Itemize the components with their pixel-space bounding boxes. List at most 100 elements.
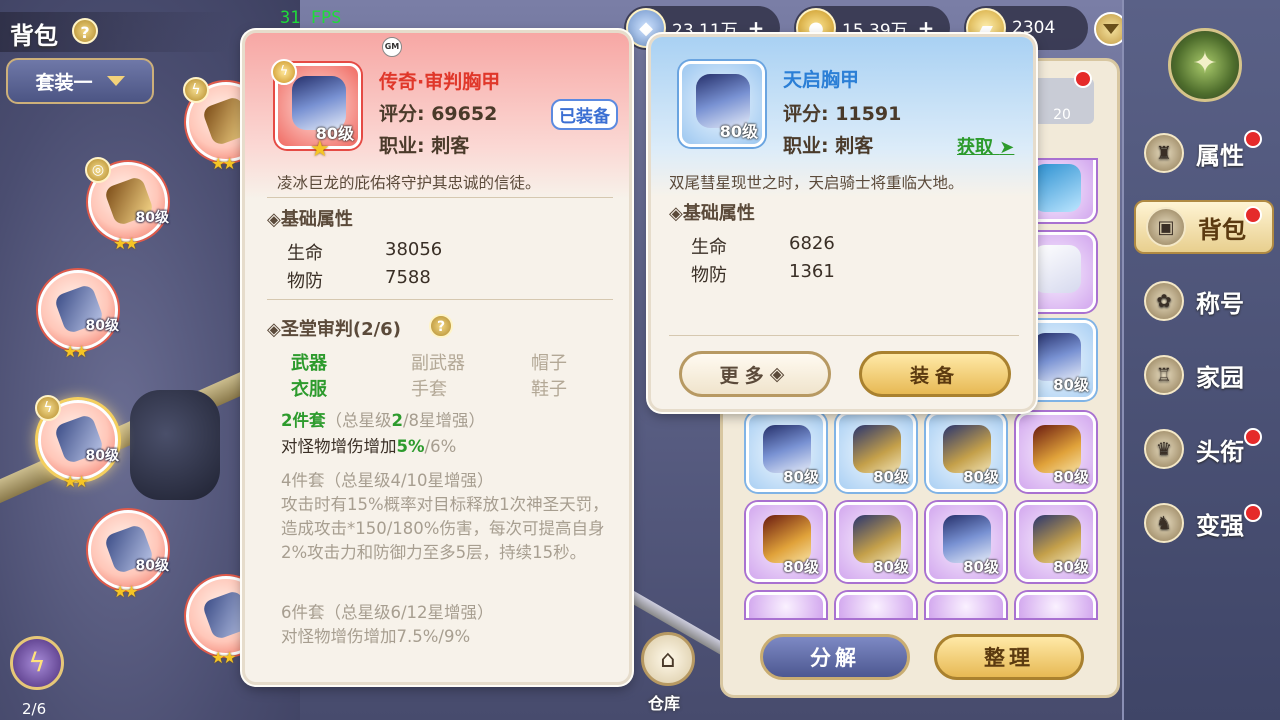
nav-item-title[interactable]: ✿ 称号 <box>1134 274 1274 328</box>
nav-label: 背包 <box>1198 215 1246 244</box>
bonus-count: 2件套 <box>281 411 326 430</box>
compass-icon[interactable]: ✦ <box>1168 28 1242 102</box>
attr-value: 6826 <box>789 233 835 254</box>
equip-slot-offhand[interactable]: ◎ 80级 ★★ <box>85 157 169 253</box>
equip-slot-helmet[interactable]: 80级 ★★ <box>38 270 119 361</box>
acquire-link[interactable]: 获取 ➤ <box>957 133 1014 159</box>
star-rating: ★★ <box>113 582 139 601</box>
set-piece-hat: 帽子 <box>531 353 567 374</box>
slot-level: 80级 <box>135 558 169 574</box>
warehouse-icon: ⌂ <box>660 645 676 673</box>
set-bonus-6-desc: 对怪物增伤增加7.5%/9% <box>281 627 471 646</box>
compare-item-tooltip: 80级 天启胸甲 评分: 11591 职业: 刺客 获取 ➤ 双尾彗星现世之时，… <box>648 34 1036 412</box>
item-level: 80级 <box>783 468 819 486</box>
inventory-item[interactable]: 80级 <box>1016 412 1096 492</box>
star-icon: ★ <box>310 137 330 162</box>
slot-level: 80级 <box>85 448 119 464</box>
nav-label: 家园 <box>1196 363 1244 392</box>
decompose-button[interactable]: 分解 <box>760 634 910 680</box>
help-icon[interactable]: ? <box>429 314 453 338</box>
gm-badge: GM <box>382 37 402 57</box>
set-piece-offhand: 副武器 <box>411 353 465 374</box>
warehouse-button[interactable]: ⌂ <box>641 632 695 686</box>
equip-button[interactable]: 装备 <box>859 351 1011 397</box>
bonus-max-value: /6% <box>424 437 457 456</box>
inventory-item[interactable]: 80级 <box>746 502 826 582</box>
chevron-down-icon <box>1103 24 1119 34</box>
fps-counter: 31 FPS <box>280 8 342 28</box>
sort-button[interactable]: 整理 <box>934 634 1084 680</box>
wings-icon <box>1033 245 1081 293</box>
lightning-skill-icon[interactable]: ϟ <box>10 636 64 690</box>
divider <box>267 299 613 300</box>
equipped-item-tooltip: GM 80级 ★ ϟ 传奇·审判胸甲 评分: 69652 已装备 职业: 刺客 … <box>242 30 632 685</box>
acquire-label: 获取 <box>957 137 993 158</box>
inventory-item[interactable]: 80级 <box>746 412 826 492</box>
star-rating: ★★ <box>63 472 89 491</box>
attr-key: 生命 <box>287 243 323 264</box>
item-level: 80级 <box>873 558 909 576</box>
lightning-icon: ϟ <box>271 59 297 85</box>
diamond-icon: ◈ <box>769 363 791 385</box>
item-name: 传奇·审判胸甲 <box>379 71 501 93</box>
inventory-item[interactable] <box>926 592 1006 618</box>
equip-slot-chest[interactable]: ϟ 80级 ★★ <box>35 395 119 491</box>
set-bonus-4-header: 4件套（总星级4/10星增强） <box>281 471 494 490</box>
set-piece-clothes: 衣服 <box>291 379 327 400</box>
attr-value: 7588 <box>385 267 431 288</box>
notification-dot <box>1244 504 1262 522</box>
power-up-icon: ♞ <box>1144 503 1184 543</box>
slot-level: 80级 <box>85 318 119 334</box>
nav-item-home[interactable]: ♖ 家园 <box>1134 348 1274 402</box>
title-icon: ✿ <box>1144 281 1184 321</box>
item-level: 80级 <box>783 558 819 576</box>
item-class: 职业: 刺客 <box>379 135 470 157</box>
inventory-item[interactable]: 80级 <box>836 412 916 492</box>
inventory-item[interactable] <box>1016 592 1096 618</box>
star-rating: ★★ <box>63 342 89 361</box>
slot-level: 80级 <box>135 210 169 226</box>
inventory-item[interactable]: 80级 <box>926 412 1006 492</box>
backpack-icon: ▣ <box>1146 207 1186 247</box>
attr-row: 生命 38056 <box>287 239 442 265</box>
chat-count: 20 <box>1053 107 1071 123</box>
nav-label: 属性 <box>1196 141 1244 170</box>
attr-key: 物防 <box>287 271 323 292</box>
inventory-item[interactable]: 80级 <box>926 502 1006 582</box>
set-selector-label: 套装一 <box>35 71 93 94</box>
more-button[interactable]: 更多 ◈ <box>679 351 831 397</box>
inventory-item[interactable] <box>836 592 916 618</box>
inventory-item[interactable] <box>746 592 826 618</box>
nav-label: 头衔 <box>1196 437 1244 466</box>
star-rating: ★★ <box>211 154 237 173</box>
attributes-icon: ♜ <box>1144 133 1184 173</box>
bonus-star-label: （总星级 <box>325 411 392 430</box>
nav-label: 变强 <box>1196 511 1244 540</box>
bonus-current-value: 5% <box>396 437 425 456</box>
crystal-icon <box>1033 164 1081 212</box>
item-level: 80级 <box>963 558 999 576</box>
item-name: 天启胸甲 <box>783 69 860 91</box>
nav-label: 称号 <box>1196 289 1244 318</box>
inventory-item[interactable]: 80级 <box>1016 502 1096 582</box>
gauntlet-decoration <box>130 390 220 500</box>
arrow-right-icon: ➤ <box>999 137 1015 158</box>
base-attributes-title: ◈基础属性 <box>669 203 755 224</box>
item-flavor-text: 双尾彗星现世之时，天启骑士将重临大地。 <box>669 174 964 192</box>
set-bonus-6-header: 6件套（总星级6/12星增强） <box>281 603 494 622</box>
item-icon-frame: 80级 <box>679 61 765 147</box>
bonus-star-total: /8星增强） <box>402 411 486 430</box>
attr-value: 1361 <box>789 261 835 282</box>
notification-dot <box>1244 428 1262 446</box>
more-label: 更多 <box>719 364 770 387</box>
chevron-down-icon <box>106 76 125 86</box>
set-selector-dropdown[interactable]: 套装一 <box>6 58 154 104</box>
inventory-item[interactable]: 80级 <box>836 502 916 582</box>
equip-slot-gloves[interactable]: 80级 ★★ <box>88 510 169 601</box>
attr-row: 生命 6826 <box>691 233 835 259</box>
divider <box>669 335 1019 336</box>
help-icon[interactable]: ? <box>72 18 98 44</box>
star-rating: ★★ <box>113 234 139 253</box>
attr-row: 物防 1361 <box>691 261 835 287</box>
set-bonus-2-header: 2件套（总星级2/8星增强） <box>281 409 621 433</box>
